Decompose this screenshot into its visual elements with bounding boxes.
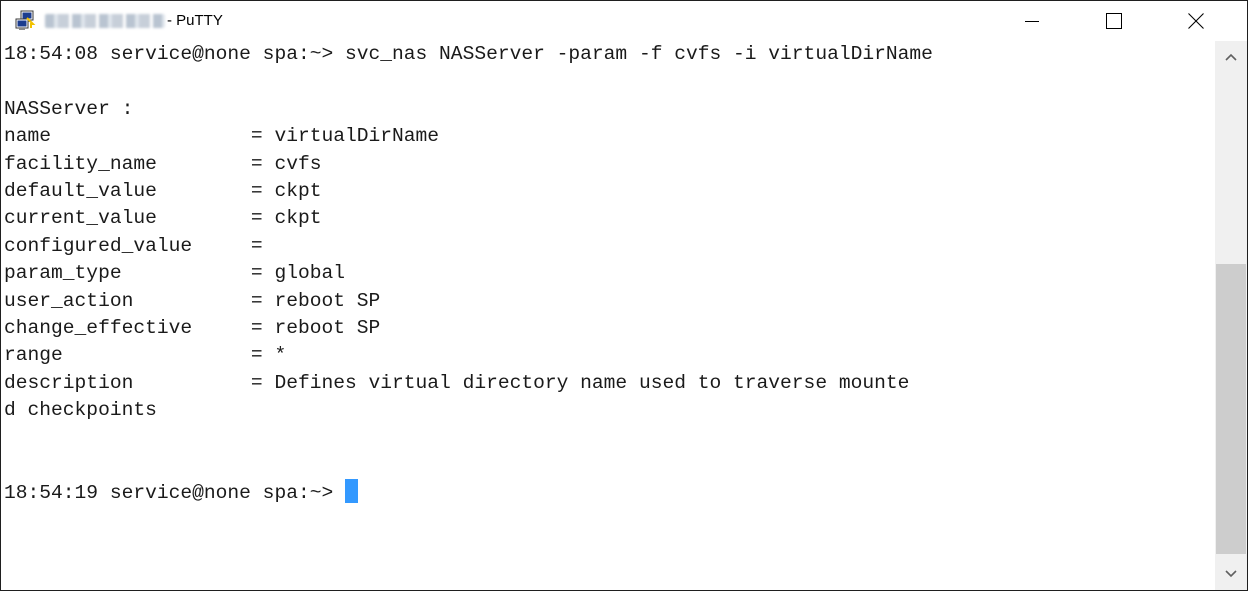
- terminal-line: name = virtualDirName: [4, 125, 440, 148]
- terminal-line: current_value = ckpt: [4, 207, 322, 230]
- scroll-thumb[interactable]: [1216, 264, 1246, 554]
- putty-icon[interactable]: [15, 10, 37, 32]
- chevron-down-icon: [1225, 570, 1237, 578]
- close-button[interactable]: [1165, 1, 1227, 41]
- terminal-cursor: [345, 479, 358, 504]
- terminal-line: 18:54:08 service@none spa:~> svc_nas NAS…: [4, 43, 933, 65]
- scroll-up-button[interactable]: [1215, 41, 1247, 73]
- chevron-up-icon: [1225, 53, 1237, 61]
- terminal-line: facility_name = cvfs: [4, 152, 322, 175]
- terminal-line: param_type = global: [4, 262, 345, 285]
- terminal-area[interactable]: 18:54:08 service@none spa:~> svc_nas NAS…: [1, 41, 1215, 590]
- title-bar[interactable]: - PuTTY: [1, 1, 1247, 41]
- minimize-icon: [1025, 21, 1039, 22]
- terminal-line: range = *: [4, 344, 287, 367]
- window-title: - PuTTY: [167, 12, 223, 29]
- scroll-down-button[interactable]: [1215, 558, 1247, 590]
- terminal-line: NASServer :: [4, 97, 134, 120]
- terminal-line: configured_value =: [4, 234, 263, 257]
- terminal-line: change_effective = reboot SP: [4, 316, 381, 339]
- maximize-icon: [1106, 13, 1122, 29]
- terminal-prompt-line[interactable]: 18:54:19 service@none spa:~>: [4, 479, 933, 506]
- vertical-scrollbar[interactable]: [1215, 41, 1247, 590]
- close-icon: [1188, 13, 1204, 29]
- terminal-line: description = Defines virtual directory …: [4, 371, 910, 394]
- terminal-line: user_action = reboot SP: [4, 289, 381, 312]
- terminal-line: d checkpoints: [4, 399, 157, 422]
- title-host-redacted: [45, 14, 165, 28]
- maximize-button[interactable]: [1083, 1, 1145, 41]
- terminal-prompt: 18:54:19 service@none spa:~>: [4, 482, 345, 505]
- terminal-line: default_value = ckpt: [4, 179, 322, 202]
- terminal-output: 18:54:08 service@none spa:~> svc_nas NAS…: [4, 41, 933, 507]
- minimize-button[interactable]: [1001, 1, 1063, 41]
- putty-window: - PuTTY 18:54:08 service@none spa:~> svc…: [0, 0, 1248, 591]
